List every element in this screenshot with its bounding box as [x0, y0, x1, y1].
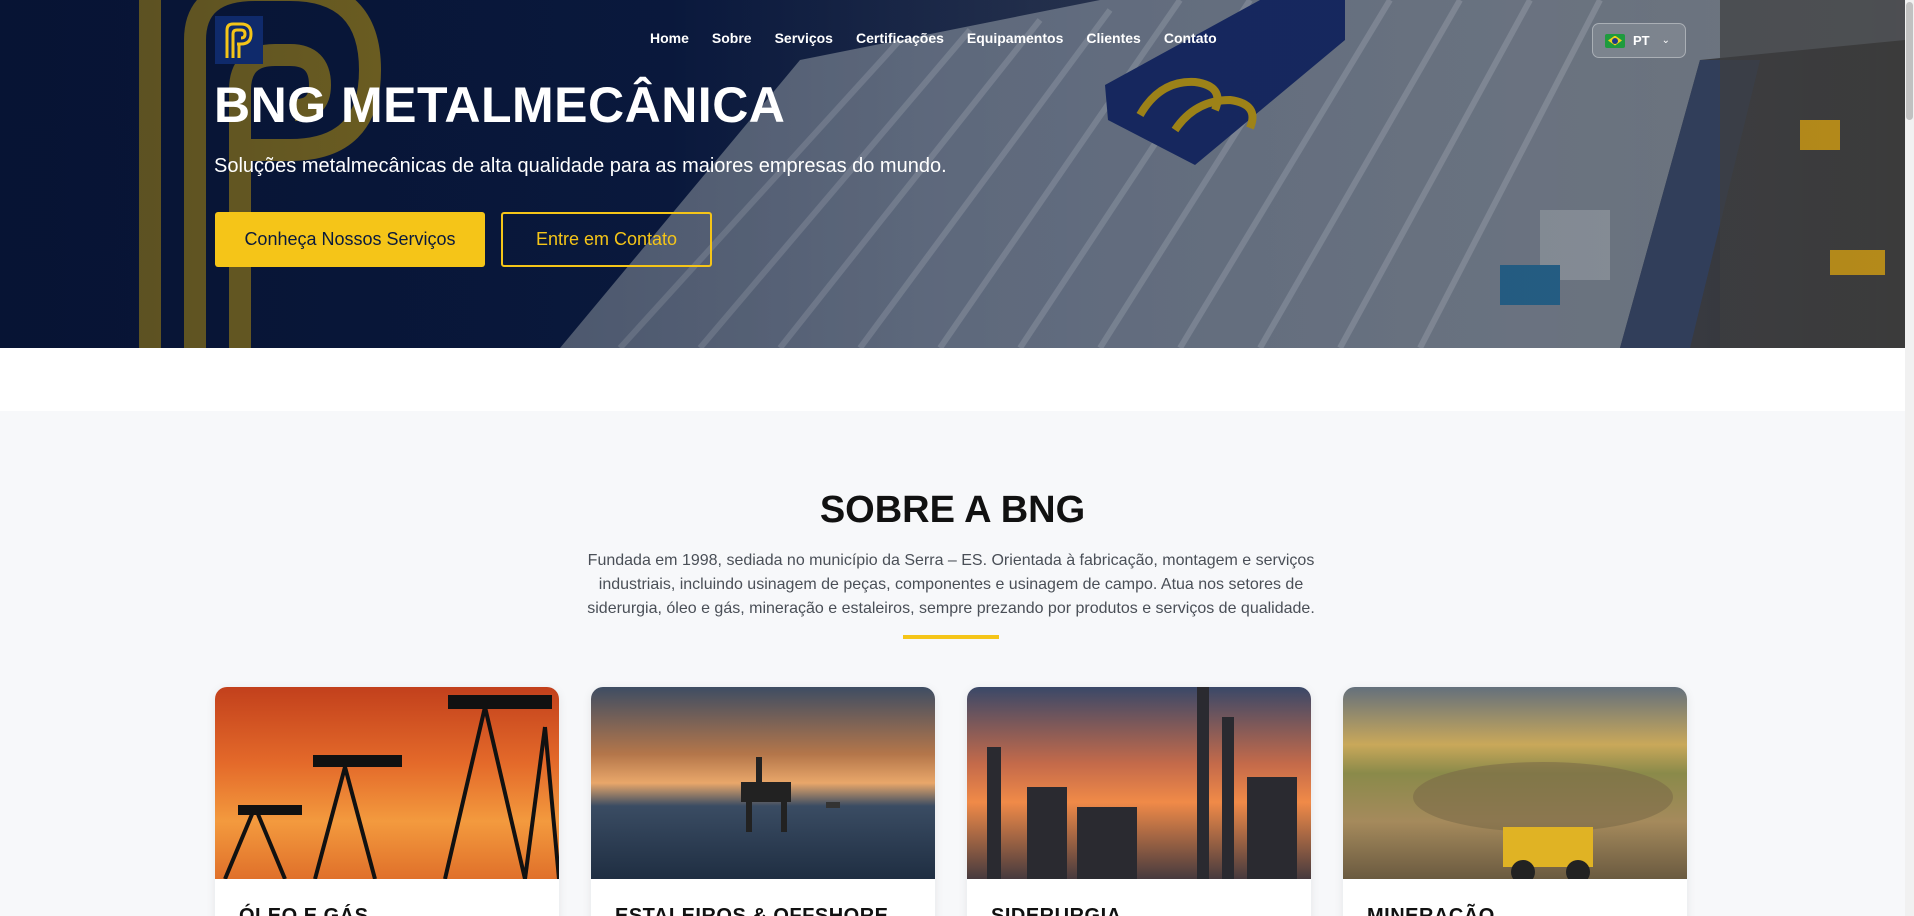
- brazil-flag-icon: [1605, 33, 1625, 48]
- sector-card-oil-gas[interactable]: ÓLEO E GÁS: [215, 687, 559, 916]
- sector-title: ÓLEO E GÁS: [239, 905, 369, 916]
- nav-home[interactable]: Home: [650, 30, 689, 46]
- about-section: SOBRE A BNG Fundada em 1998, sediada no …: [0, 411, 1905, 916]
- scrollbar-thumb[interactable]: [1906, 2, 1913, 120]
- sector-title: SIDERURGIA: [991, 905, 1122, 916]
- about-title: SOBRE A BNG: [819, 489, 1086, 531]
- nav-equipamentos[interactable]: Equipamentos: [967, 30, 1063, 46]
- sector-cards: ÓLEO E GÁS ESTALEIROS & OFFSHORE SIDERUR…: [215, 687, 1687, 916]
- offshore-image: [591, 687, 935, 879]
- chevron-down-icon: ⌄: [1661, 35, 1671, 46]
- hero-title: BNG METALMECÂNICA: [214, 77, 786, 133]
- nav-contato[interactable]: Contato: [1164, 30, 1217, 46]
- hero-subtitle: Soluções metalmecânicas de alta qualidad…: [214, 155, 947, 177]
- section-divider: [903, 635, 999, 639]
- contact-button[interactable]: Entre em Contato: [501, 212, 712, 267]
- nav-certificacoes[interactable]: Certificações: [856, 30, 944, 46]
- oil-gas-image: [215, 687, 559, 879]
- sector-card-siderurgia[interactable]: SIDERURGIA: [967, 687, 1311, 916]
- language-selector[interactable]: PT ⌄: [1592, 23, 1686, 58]
- nav-servicos[interactable]: Serviços: [775, 30, 833, 46]
- about-description: Fundada em 1998, sediada no município da…: [587, 552, 1315, 617]
- nav-sobre[interactable]: Sobre: [712, 30, 752, 46]
- hero-section: Home Sobre Serviços Certificações Equipa…: [0, 0, 1905, 348]
- services-button[interactable]: Conheça Nossos Serviços: [215, 212, 485, 267]
- language-code: PT: [1633, 33, 1650, 48]
- sector-title: ESTALEIROS & OFFSHORE: [615, 905, 889, 916]
- mining-image: [1343, 687, 1687, 879]
- steel-industry-image: [967, 687, 1311, 879]
- nav-clientes[interactable]: Clientes: [1086, 30, 1140, 46]
- bng-logo-icon: [225, 22, 253, 58]
- sector-card-offshore[interactable]: ESTALEIROS & OFFSHORE: [591, 687, 935, 916]
- sector-title: MINERAÇÃO: [1367, 905, 1495, 916]
- main-nav: Home Sobre Serviços Certificações Equipa…: [650, 30, 1240, 46]
- sector-card-mineracao[interactable]: MINERAÇÃO: [1343, 687, 1687, 916]
- bng-logo[interactable]: [215, 16, 263, 64]
- page-scrollbar[interactable]: [1905, 0, 1914, 916]
